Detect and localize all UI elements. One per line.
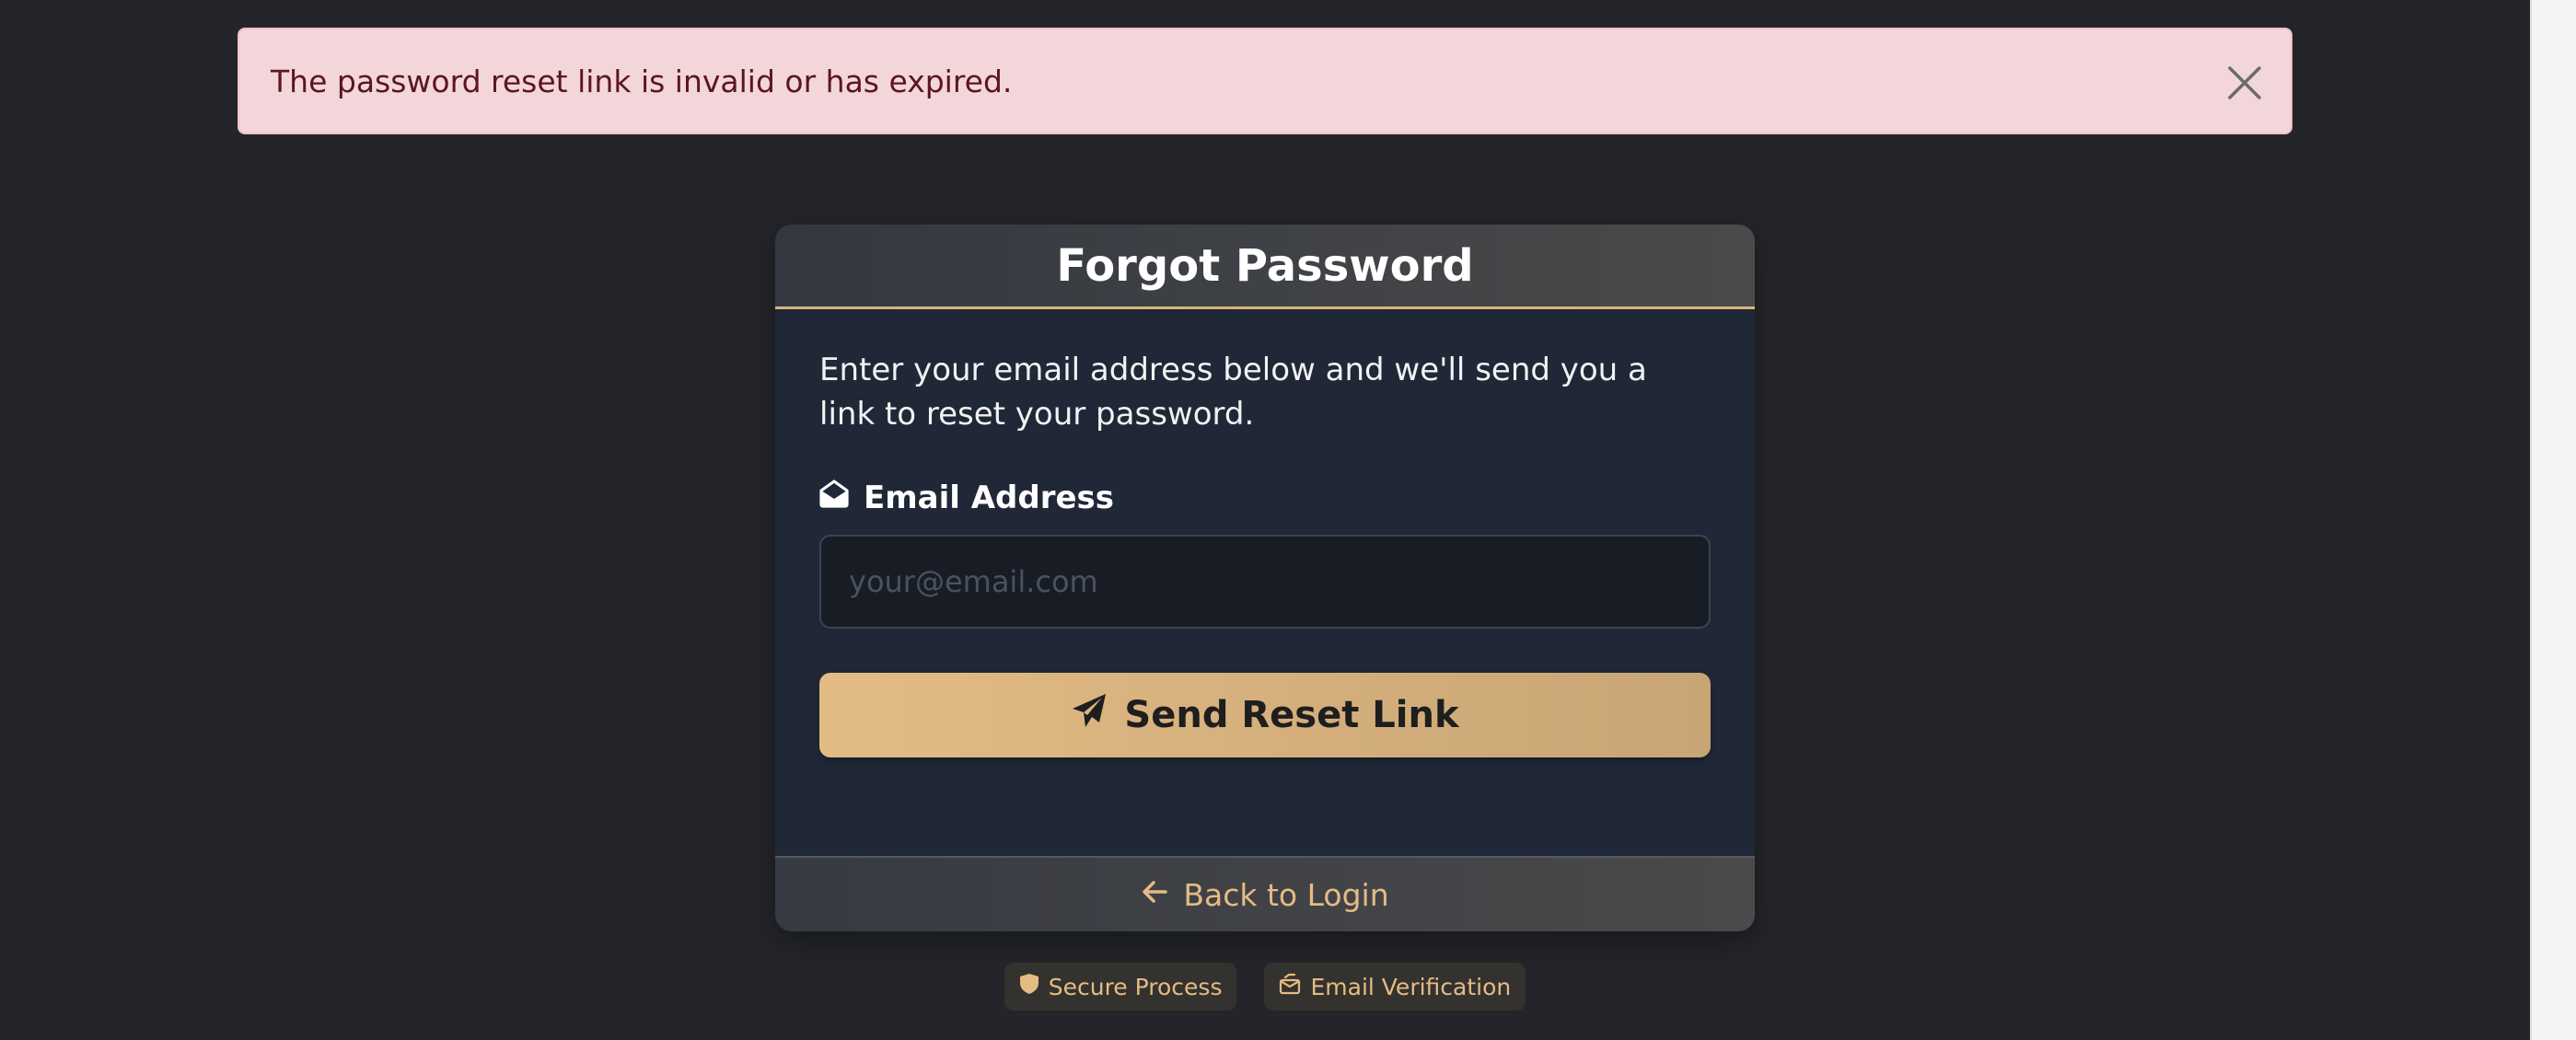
error-alert: The password reset link is invalid or ha…	[238, 28, 2292, 134]
envelope-open-icon	[819, 479, 849, 516]
forgot-password-card: Forgot Password Enter your email address…	[775, 225, 1755, 931]
badge-label: Email Verification	[1310, 973, 1512, 1000]
paper-plane-icon	[1071, 692, 1108, 738]
secure-process-badge: Secure Process	[1004, 963, 1237, 1011]
trust-badges: Secure Process Email Verification	[0, 963, 2530, 1011]
send-reset-link-button[interactable]: Send Reset Link	[819, 673, 1711, 757]
card-body: Enter your email address below and we'll…	[775, 348, 1755, 757]
shield-icon	[1019, 973, 1039, 1000]
close-icon[interactable]	[2226, 64, 2263, 101]
envelope-check-icon	[1279, 973, 1301, 1000]
arrow-left-icon	[1141, 877, 1168, 913]
card-header: Forgot Password	[775, 225, 1755, 309]
email-label-row: Email Address	[819, 479, 1711, 516]
alert-message: The password reset link is invalid or ha…	[271, 63, 1013, 99]
badge-label: Secure Process	[1048, 973, 1223, 1000]
intro-text: Enter your email address below and we'll…	[819, 352, 1647, 433]
email-verification-badge: Email Verification	[1264, 963, 1526, 1011]
page-title: Forgot Password	[1056, 239, 1474, 292]
page-scrollbar[interactable]	[2530, 0, 2576, 1040]
back-to-login-link[interactable]: Back to Login	[775, 856, 1755, 931]
send-button-label: Send Reset Link	[1124, 694, 1459, 736]
back-to-login-label: Back to Login	[1183, 876, 1389, 913]
email-input[interactable]	[819, 535, 1711, 629]
email-label: Email Address	[864, 479, 1115, 516]
